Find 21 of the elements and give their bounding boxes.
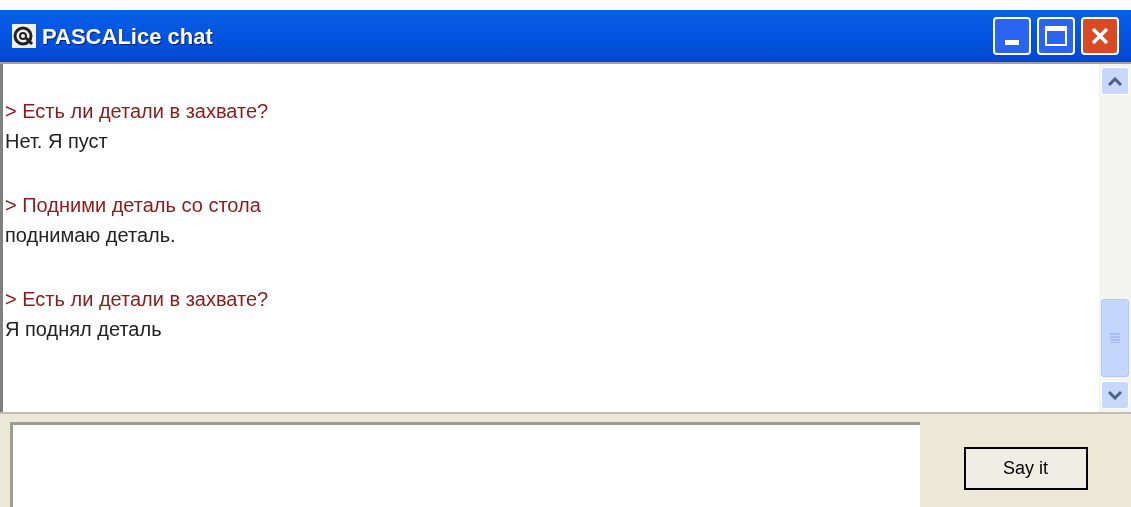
bot-reply: Я поднял деталь [5,317,162,342]
scrollbar[interactable] [1099,64,1131,412]
scroll-down-button[interactable] [1101,381,1129,409]
user-message: > Подними деталь со стола [5,193,261,218]
window-title: PASCALice chat [42,22,213,51]
message-input[interactable] [10,422,920,507]
user-message: > Есть ли детали в захвате? [5,287,269,312]
maximize-icon [1045,26,1067,46]
grip-icon [1110,333,1120,343]
bot-reply: Нет. Я пуст [5,129,108,154]
close-icon [1090,26,1110,46]
minimize-button[interactable] [993,17,1031,55]
minimize-icon [1005,40,1019,45]
say-it-button[interactable]: Say it [963,447,1088,490]
scroll-thumb[interactable] [1101,299,1129,377]
app-icon [12,24,36,48]
user-message: > Есть ли детали в захвате? [5,99,269,124]
bot-reply: поднимаю деталь. [5,223,176,248]
close-button[interactable] [1081,17,1119,55]
maximize-button[interactable] [1037,17,1075,55]
scroll-up-button[interactable] [1101,67,1129,95]
